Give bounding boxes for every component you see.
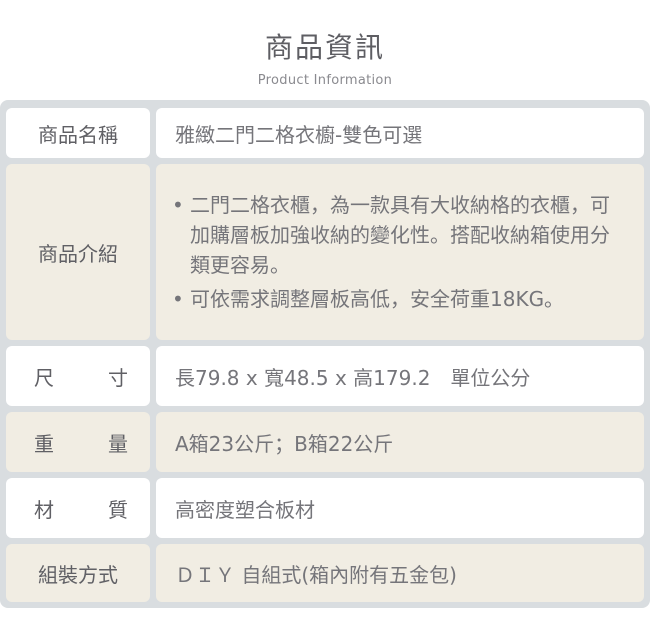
page-title: 商品資訊 xyxy=(264,31,385,64)
label-product-name: 商品名稱 xyxy=(6,108,150,158)
page-subtitle: Product Information xyxy=(257,73,393,88)
value-dimensions: 長79.8 x 寬48.5 x 高179.2 單位公分 xyxy=(156,346,644,406)
label-assembly: 組裝方式 xyxy=(6,544,150,602)
label-char: 質 xyxy=(108,497,128,522)
label-text: 商品介紹 xyxy=(38,241,118,266)
bullet-icon: • xyxy=(172,193,184,217)
value-text: ＤＩＹ 自組式(箱內附有五金包) xyxy=(175,562,457,587)
label-char: 重 xyxy=(34,431,54,456)
value-material: 高密度塑合板材 xyxy=(156,478,644,538)
label-char: 材 xyxy=(34,497,54,522)
label-char: 寸 xyxy=(108,365,128,390)
label-weight: 重 量 xyxy=(6,412,150,472)
value-text: A箱23公斤；B箱22公斤 xyxy=(175,431,394,456)
product-info-table: 商品名稱 雅緻二門二格衣櫥-雙色可選 商品介紹 • 二門二格衣櫃，為一款具有大收… xyxy=(0,100,650,608)
value-text: 高密度塑合板材 xyxy=(175,497,315,522)
bullet-icon: • xyxy=(172,287,184,311)
value-text: 雅緻二門二格衣櫥-雙色可選 xyxy=(175,122,423,147)
description-bullet: • 二門二格衣櫃，為一款具有大收納格的衣櫃，可加購層板加強收納的變化性。搭配收納… xyxy=(172,190,622,280)
value-product-description: • 二門二格衣櫃，為一款具有大收納格的衣櫃，可加購層板加強收納的變化性。搭配收納… xyxy=(156,164,644,340)
label-char: 尺 xyxy=(34,365,54,390)
bullet-text: 二門二格衣櫃，為一款具有大收納格的衣櫃，可加購層板加強收納的變化性。搭配收納箱使… xyxy=(190,193,610,277)
label-dimensions: 尺 寸 xyxy=(6,346,150,406)
value-product-name: 雅緻二門二格衣櫥-雙色可選 xyxy=(156,108,644,158)
label-text: 商品名稱 xyxy=(38,122,118,147)
value-text: 長79.8 x 寬48.5 x 高179.2 單位公分 xyxy=(175,365,531,390)
value-weight: A箱23公斤；B箱22公斤 xyxy=(156,412,644,472)
value-assembly: ＤＩＹ 自組式(箱內附有五金包) xyxy=(156,544,644,602)
label-text: 組裝方式 xyxy=(38,562,118,587)
label-product-description: 商品介紹 xyxy=(6,164,150,340)
label-char: 量 xyxy=(108,431,128,456)
description-bullet: • 可依需求調整層板高低，安全荷重18KG。 xyxy=(172,284,564,314)
label-material: 材 質 xyxy=(6,478,150,538)
bullet-text: 可依需求調整層板高低，安全荷重18KG。 xyxy=(190,287,565,311)
